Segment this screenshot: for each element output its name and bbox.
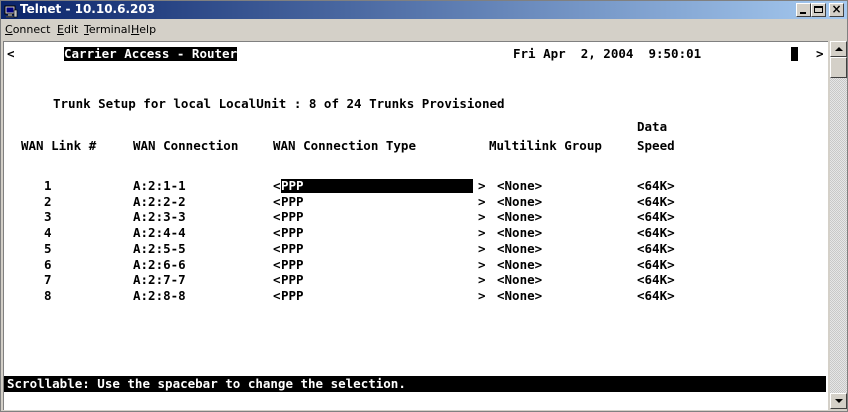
wan-connection-id: A:2:3-3 bbox=[133, 209, 186, 224]
vertical-scrollbar[interactable] bbox=[830, 41, 847, 409]
multilink-group-value[interactable]: <None> bbox=[497, 273, 542, 287]
wan-connection-type-value[interactable]: PPP bbox=[281, 179, 473, 193]
wan-connection-id: A:2:5-5 bbox=[133, 241, 186, 256]
header-wan-connection: WAN Connection bbox=[133, 138, 239, 153]
header-wan-link: WAN Link # bbox=[21, 138, 97, 153]
wan-link-number: 5 bbox=[44, 241, 52, 256]
wan-connection-type-value[interactable]: PPP bbox=[281, 289, 304, 303]
maximize-icon bbox=[814, 6, 823, 13]
multilink-group-value[interactable]: <None> bbox=[497, 226, 542, 240]
type-selector-open[interactable]: < bbox=[273, 289, 281, 303]
type-selector-close[interactable]: > bbox=[478, 258, 486, 272]
window-title: Telnet - 10.10.6.203 bbox=[20, 2, 156, 16]
scroll-up-button[interactable] bbox=[830, 41, 847, 57]
wan-connection-id: A:2:4-4 bbox=[133, 225, 186, 240]
data-speed-value[interactable]: <64K> bbox=[637, 210, 675, 224]
type-selector-open[interactable]: < bbox=[273, 210, 281, 224]
wan-link-number: 4 bbox=[44, 225, 52, 240]
wan-connection-type-value[interactable]: PPP bbox=[281, 273, 304, 287]
header-multilink-group: Multilink Group bbox=[489, 138, 602, 153]
menu-edit[interactable]: Edit bbox=[57, 23, 78, 36]
header-wan-connection-type: WAN Connection Type bbox=[273, 138, 416, 153]
data-speed-value[interactable]: <64K> bbox=[637, 195, 675, 209]
type-selector-close[interactable]: > bbox=[478, 273, 486, 287]
scroll-left-marker: < bbox=[7, 46, 15, 61]
type-selector-close[interactable]: > bbox=[478, 226, 486, 240]
wan-link-number: 7 bbox=[44, 272, 52, 287]
minimize-icon bbox=[800, 12, 806, 14]
wan-link-number: 3 bbox=[44, 209, 52, 224]
type-selector-close[interactable]: > bbox=[478, 289, 486, 303]
multilink-group-value[interactable]: <None> bbox=[497, 242, 542, 256]
data-speed-value[interactable]: <64K> bbox=[637, 242, 675, 256]
data-speed-value[interactable]: <64K> bbox=[637, 258, 675, 272]
multilink-group-value[interactable]: <None> bbox=[497, 195, 542, 209]
multilink-group-value[interactable]: <None> bbox=[497, 179, 542, 193]
header-data-speed-line2: Speed bbox=[637, 138, 675, 153]
wan-connection-type-value[interactable]: PPP bbox=[281, 195, 304, 209]
type-selector-open[interactable]: < bbox=[273, 242, 281, 256]
wan-connection-id: A:2:8-8 bbox=[133, 288, 186, 303]
type-selector-open[interactable]: < bbox=[273, 179, 281, 193]
multilink-group-value[interactable]: <None> bbox=[497, 289, 542, 303]
menu-bar: Connect Edit Terminal Help bbox=[1, 20, 847, 39]
wan-connection-id: A:2:1-1 bbox=[133, 178, 186, 193]
data-speed-value[interactable]: <64K> bbox=[637, 179, 675, 193]
type-selector-open[interactable]: < bbox=[273, 226, 281, 240]
menu-connect[interactable]: Connect bbox=[5, 23, 51, 36]
status-line: Scrollable: Use the spacebar to change t… bbox=[4, 376, 826, 392]
wan-connection-id: A:2:7-7 bbox=[133, 272, 186, 287]
wan-connection-type-value[interactable]: PPP bbox=[281, 210, 304, 224]
title-bar[interactable]: Telnet - 10.10.6.203 × bbox=[1, 1, 847, 19]
scroll-up-arrow-icon bbox=[835, 47, 843, 51]
telnet-window-icon[interactable] bbox=[4, 3, 18, 18]
type-selector-open[interactable]: < bbox=[273, 258, 281, 272]
type-selector-open[interactable]: < bbox=[273, 273, 281, 287]
multilink-group-value[interactable]: <None> bbox=[497, 210, 542, 224]
scroll-right-marker: > bbox=[816, 46, 824, 61]
app-name-banner: Carrier Access - Router bbox=[64, 46, 238, 61]
type-selector-close[interactable]: > bbox=[478, 210, 486, 224]
type-selector-close[interactable]: > bbox=[478, 179, 486, 193]
data-speed-value[interactable]: <64K> bbox=[637, 289, 675, 303]
type-selector-close[interactable]: > bbox=[478, 242, 486, 256]
type-selector-close[interactable]: > bbox=[478, 195, 486, 209]
close-button[interactable]: × bbox=[829, 2, 844, 17]
multilink-group-value[interactable]: <None> bbox=[497, 258, 542, 272]
type-selector-open[interactable]: < bbox=[273, 195, 281, 209]
wan-link-number: 2 bbox=[44, 194, 52, 209]
trunk-setup-subtitle: Trunk Setup for local LocalUnit : 8 of 2… bbox=[53, 96, 505, 111]
close-icon: × bbox=[831, 2, 842, 16]
menu-help[interactable]: Help bbox=[131, 23, 156, 36]
data-speed-value[interactable]: <64K> bbox=[637, 273, 675, 287]
wan-connection-id: A:2:2-2 bbox=[133, 194, 186, 209]
header-data-speed-line1: Data bbox=[637, 119, 668, 134]
terminal-cursor bbox=[791, 47, 798, 61]
minimize-button[interactable] bbox=[796, 3, 811, 17]
wan-connection-type-value[interactable]: PPP bbox=[281, 226, 304, 240]
wan-link-number: 8 bbox=[44, 288, 52, 303]
terminal-screen[interactable]: < Carrier Access - Router Fri Apr 2, 200… bbox=[3, 41, 828, 410]
scroll-down-button[interactable] bbox=[830, 393, 847, 409]
scroll-thumb[interactable] bbox=[830, 57, 847, 78]
scroll-down-arrow-icon bbox=[835, 399, 843, 403]
wan-connection-type-value[interactable]: PPP bbox=[281, 258, 304, 272]
wan-connection-id: A:2:6-6 bbox=[133, 257, 186, 272]
wan-link-number: 6 bbox=[44, 257, 52, 272]
data-speed-value[interactable]: <64K> bbox=[637, 226, 675, 240]
wan-connection-type-value[interactable]: PPP bbox=[281, 242, 304, 256]
date-time: Fri Apr 2, 2004 9:50:01 bbox=[513, 46, 702, 61]
maximize-button[interactable] bbox=[811, 3, 826, 17]
telnet-window: Telnet - 10.10.6.203 × Connect Edit Term… bbox=[0, 0, 848, 412]
wan-link-number: 1 bbox=[44, 178, 52, 193]
menu-terminal[interactable]: Terminal bbox=[84, 23, 131, 36]
